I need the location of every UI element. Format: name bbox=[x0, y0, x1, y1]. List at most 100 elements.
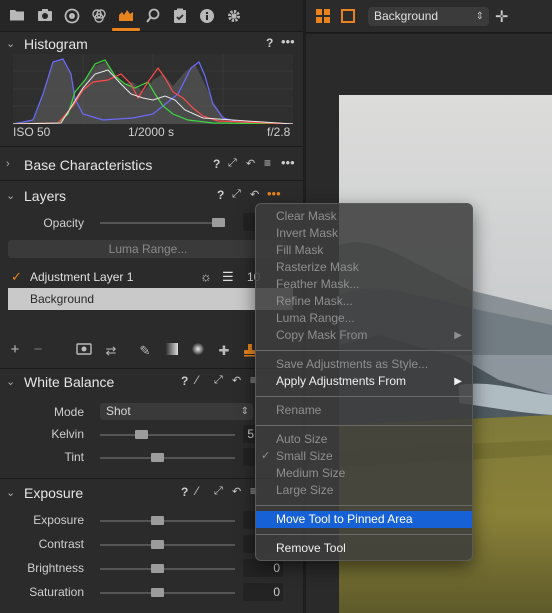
picker-icon[interactable]: ⁄ bbox=[196, 373, 198, 387]
help-icon[interactable]: ? bbox=[266, 36, 273, 50]
active-tab-indicator bbox=[112, 28, 140, 31]
tint-slider[interactable] bbox=[100, 457, 235, 459]
kelvin-slider-thumb[interactable] bbox=[135, 430, 148, 439]
reset-icon[interactable]: ↶ bbox=[246, 157, 255, 170]
sliders-icon[interactable]: ☰ bbox=[222, 269, 234, 285]
mode-label: Mode bbox=[53, 405, 84, 419]
exposure-row-label: Saturation bbox=[29, 585, 84, 599]
variant-select-value: Background bbox=[374, 9, 439, 23]
menu-auto-size: Auto Size bbox=[276, 432, 328, 446]
checkmark-icon: ✓ bbox=[261, 450, 271, 462]
metadata-icon[interactable] bbox=[172, 8, 188, 24]
exposure-row-slider-thumb[interactable] bbox=[151, 516, 164, 525]
chevron-down-icon[interactable]: ⌄ bbox=[6, 375, 16, 389]
histogram-graph bbox=[12, 54, 294, 125]
exposure-row-slider[interactable] bbox=[100, 592, 235, 594]
mode-select[interactable]: Shot ⇕ bbox=[100, 403, 253, 420]
radial-gradient-icon[interactable] bbox=[190, 343, 206, 358]
exposure-row-value[interactable]: 0 bbox=[243, 559, 283, 577]
expand-icon[interactable]: ⤢ bbox=[228, 157, 237, 170]
gear-icon[interactable] bbox=[226, 8, 242, 24]
menu-separator bbox=[256, 534, 472, 535]
opacity-slider[interactable] bbox=[100, 222, 225, 224]
checkmark-icon[interactable]: ✓ bbox=[11, 269, 22, 285]
sun-icon[interactable]: ☼ bbox=[200, 269, 212, 284]
exposure-row-label: Brightness bbox=[27, 561, 84, 575]
single-view-icon[interactable] bbox=[341, 9, 355, 26]
histogram-header[interactable]: ⌄ Histogram ? ••• bbox=[0, 33, 303, 55]
tool-tabs bbox=[0, 0, 303, 32]
submenu-arrow-icon: ▶ bbox=[454, 330, 462, 341]
reset-icon[interactable]: ↶ bbox=[232, 374, 241, 387]
exposure-row-slider[interactable] bbox=[100, 544, 235, 546]
cursor-tool-icon[interactable]: ✛ bbox=[495, 7, 508, 27]
reset-icon[interactable]: ↶ bbox=[232, 485, 241, 498]
menu-remove-tool[interactable]: Remove Tool bbox=[256, 540, 472, 557]
color-icon[interactable] bbox=[91, 8, 107, 24]
details-icon[interactable] bbox=[145, 8, 161, 24]
info-icon[interactable] bbox=[199, 8, 215, 24]
expand-icon[interactable]: ⤢ bbox=[214, 485, 223, 498]
exposure-row-slider-thumb[interactable] bbox=[151, 564, 164, 573]
menu-refine-mask: Refine Mask... bbox=[276, 294, 353, 308]
add-layer-icon[interactable]: + bbox=[7, 341, 23, 358]
help-icon[interactable]: ? bbox=[181, 374, 188, 388]
adjustment-layer-name: Adjustment Layer 1 bbox=[30, 270, 134, 284]
picker-icon[interactable]: ⁄ bbox=[196, 484, 198, 498]
adjustment-layer-row[interactable]: ✓ Adjustment Layer 1 ☼ ☰ 10 bbox=[8, 268, 293, 288]
exposure-icon[interactable] bbox=[118, 8, 134, 24]
exposure-title: Exposure bbox=[24, 485, 84, 501]
expand-icon[interactable]: ⤢ bbox=[232, 188, 241, 201]
reset-icon[interactable]: ↶ bbox=[250, 188, 259, 201]
preset-icon[interactable]: ≡ bbox=[264, 156, 271, 170]
help-icon[interactable]: ? bbox=[217, 188, 224, 202]
menu-rasterize-mask: Rasterize Mask bbox=[276, 260, 359, 274]
menu-apply-adjustments-from[interactable]: Apply Adjustments From ▶ bbox=[256, 373, 472, 390]
menu-clear-mask: Clear Mask bbox=[276, 209, 337, 223]
help-icon[interactable]: ? bbox=[213, 157, 220, 171]
mode-value: Shot bbox=[106, 404, 131, 418]
chevron-down-icon[interactable]: ⌄ bbox=[6, 486, 16, 500]
more-icon[interactable]: ••• bbox=[281, 155, 295, 170]
remove-layer-icon[interactable]: − bbox=[30, 341, 46, 358]
more-icon[interactable]: ••• bbox=[281, 34, 295, 49]
luma-range-button[interactable]: Luma Range... bbox=[8, 240, 288, 258]
grid-view-icon[interactable] bbox=[316, 9, 330, 26]
camera-icon[interactable] bbox=[37, 8, 53, 24]
background-layer-row[interactable]: Background bbox=[8, 288, 293, 310]
chevron-down-icon[interactable]: ⌄ bbox=[6, 37, 16, 51]
tint-slider-thumb[interactable] bbox=[151, 453, 164, 462]
exposure-row-label: Exposure bbox=[33, 513, 84, 527]
variant-select[interactable]: Background ⇕ bbox=[368, 7, 489, 26]
white-balance-title: White Balance bbox=[24, 374, 115, 390]
app-window: ⌄ Histogram ? ••• ISO 50 1/2000 s f/2.8 bbox=[0, 0, 552, 613]
brush-icon[interactable]: ✎ bbox=[137, 343, 153, 359]
linear-gradient-icon[interactable] bbox=[164, 343, 180, 358]
folder-icon[interactable] bbox=[9, 8, 25, 24]
help-icon[interactable]: ? bbox=[181, 485, 188, 499]
menu-save-adjustments: Save Adjustments as Style... bbox=[276, 357, 429, 371]
menu-invert-mask: Invert Mask bbox=[276, 226, 339, 240]
eye-icon[interactable] bbox=[76, 343, 92, 358]
exposure-row-slider-thumb[interactable] bbox=[151, 588, 164, 597]
exposure-row-value[interactable]: 0 bbox=[243, 583, 283, 601]
lens-icon[interactable] bbox=[64, 8, 80, 24]
exposure-row-slider-thumb[interactable] bbox=[151, 540, 164, 549]
opacity-slider-thumb[interactable] bbox=[212, 218, 225, 227]
more-icon[interactable]: ••• bbox=[267, 186, 281, 201]
exposure-row-slider[interactable] bbox=[100, 568, 235, 570]
expand-icon[interactable]: ⤢ bbox=[214, 374, 223, 387]
divider bbox=[0, 180, 303, 181]
exposure-row-slider[interactable] bbox=[100, 520, 235, 522]
chevron-down-icon[interactable]: ⌄ bbox=[6, 189, 16, 203]
layers-context-menu: Clear Mask Invert Mask Fill Mask Rasteri… bbox=[255, 203, 473, 561]
menu-move-tool-pinned[interactable]: Move Tool to Pinned Area bbox=[256, 511, 472, 528]
swap-icon[interactable]: ⇄ bbox=[103, 343, 119, 359]
base-characteristics-header[interactable]: › Base Characteristics ? ⤢ ↶ ≡ ••• bbox=[0, 154, 303, 176]
chevron-right-icon[interactable]: › bbox=[6, 158, 16, 172]
heal-icon[interactable]: ✚ bbox=[216, 343, 232, 359]
menu-separator bbox=[256, 396, 472, 397]
menu-separator bbox=[256, 505, 472, 506]
kelvin-slider[interactable] bbox=[100, 434, 235, 436]
menu-copy-mask-from-label: Copy Mask From bbox=[276, 328, 368, 342]
